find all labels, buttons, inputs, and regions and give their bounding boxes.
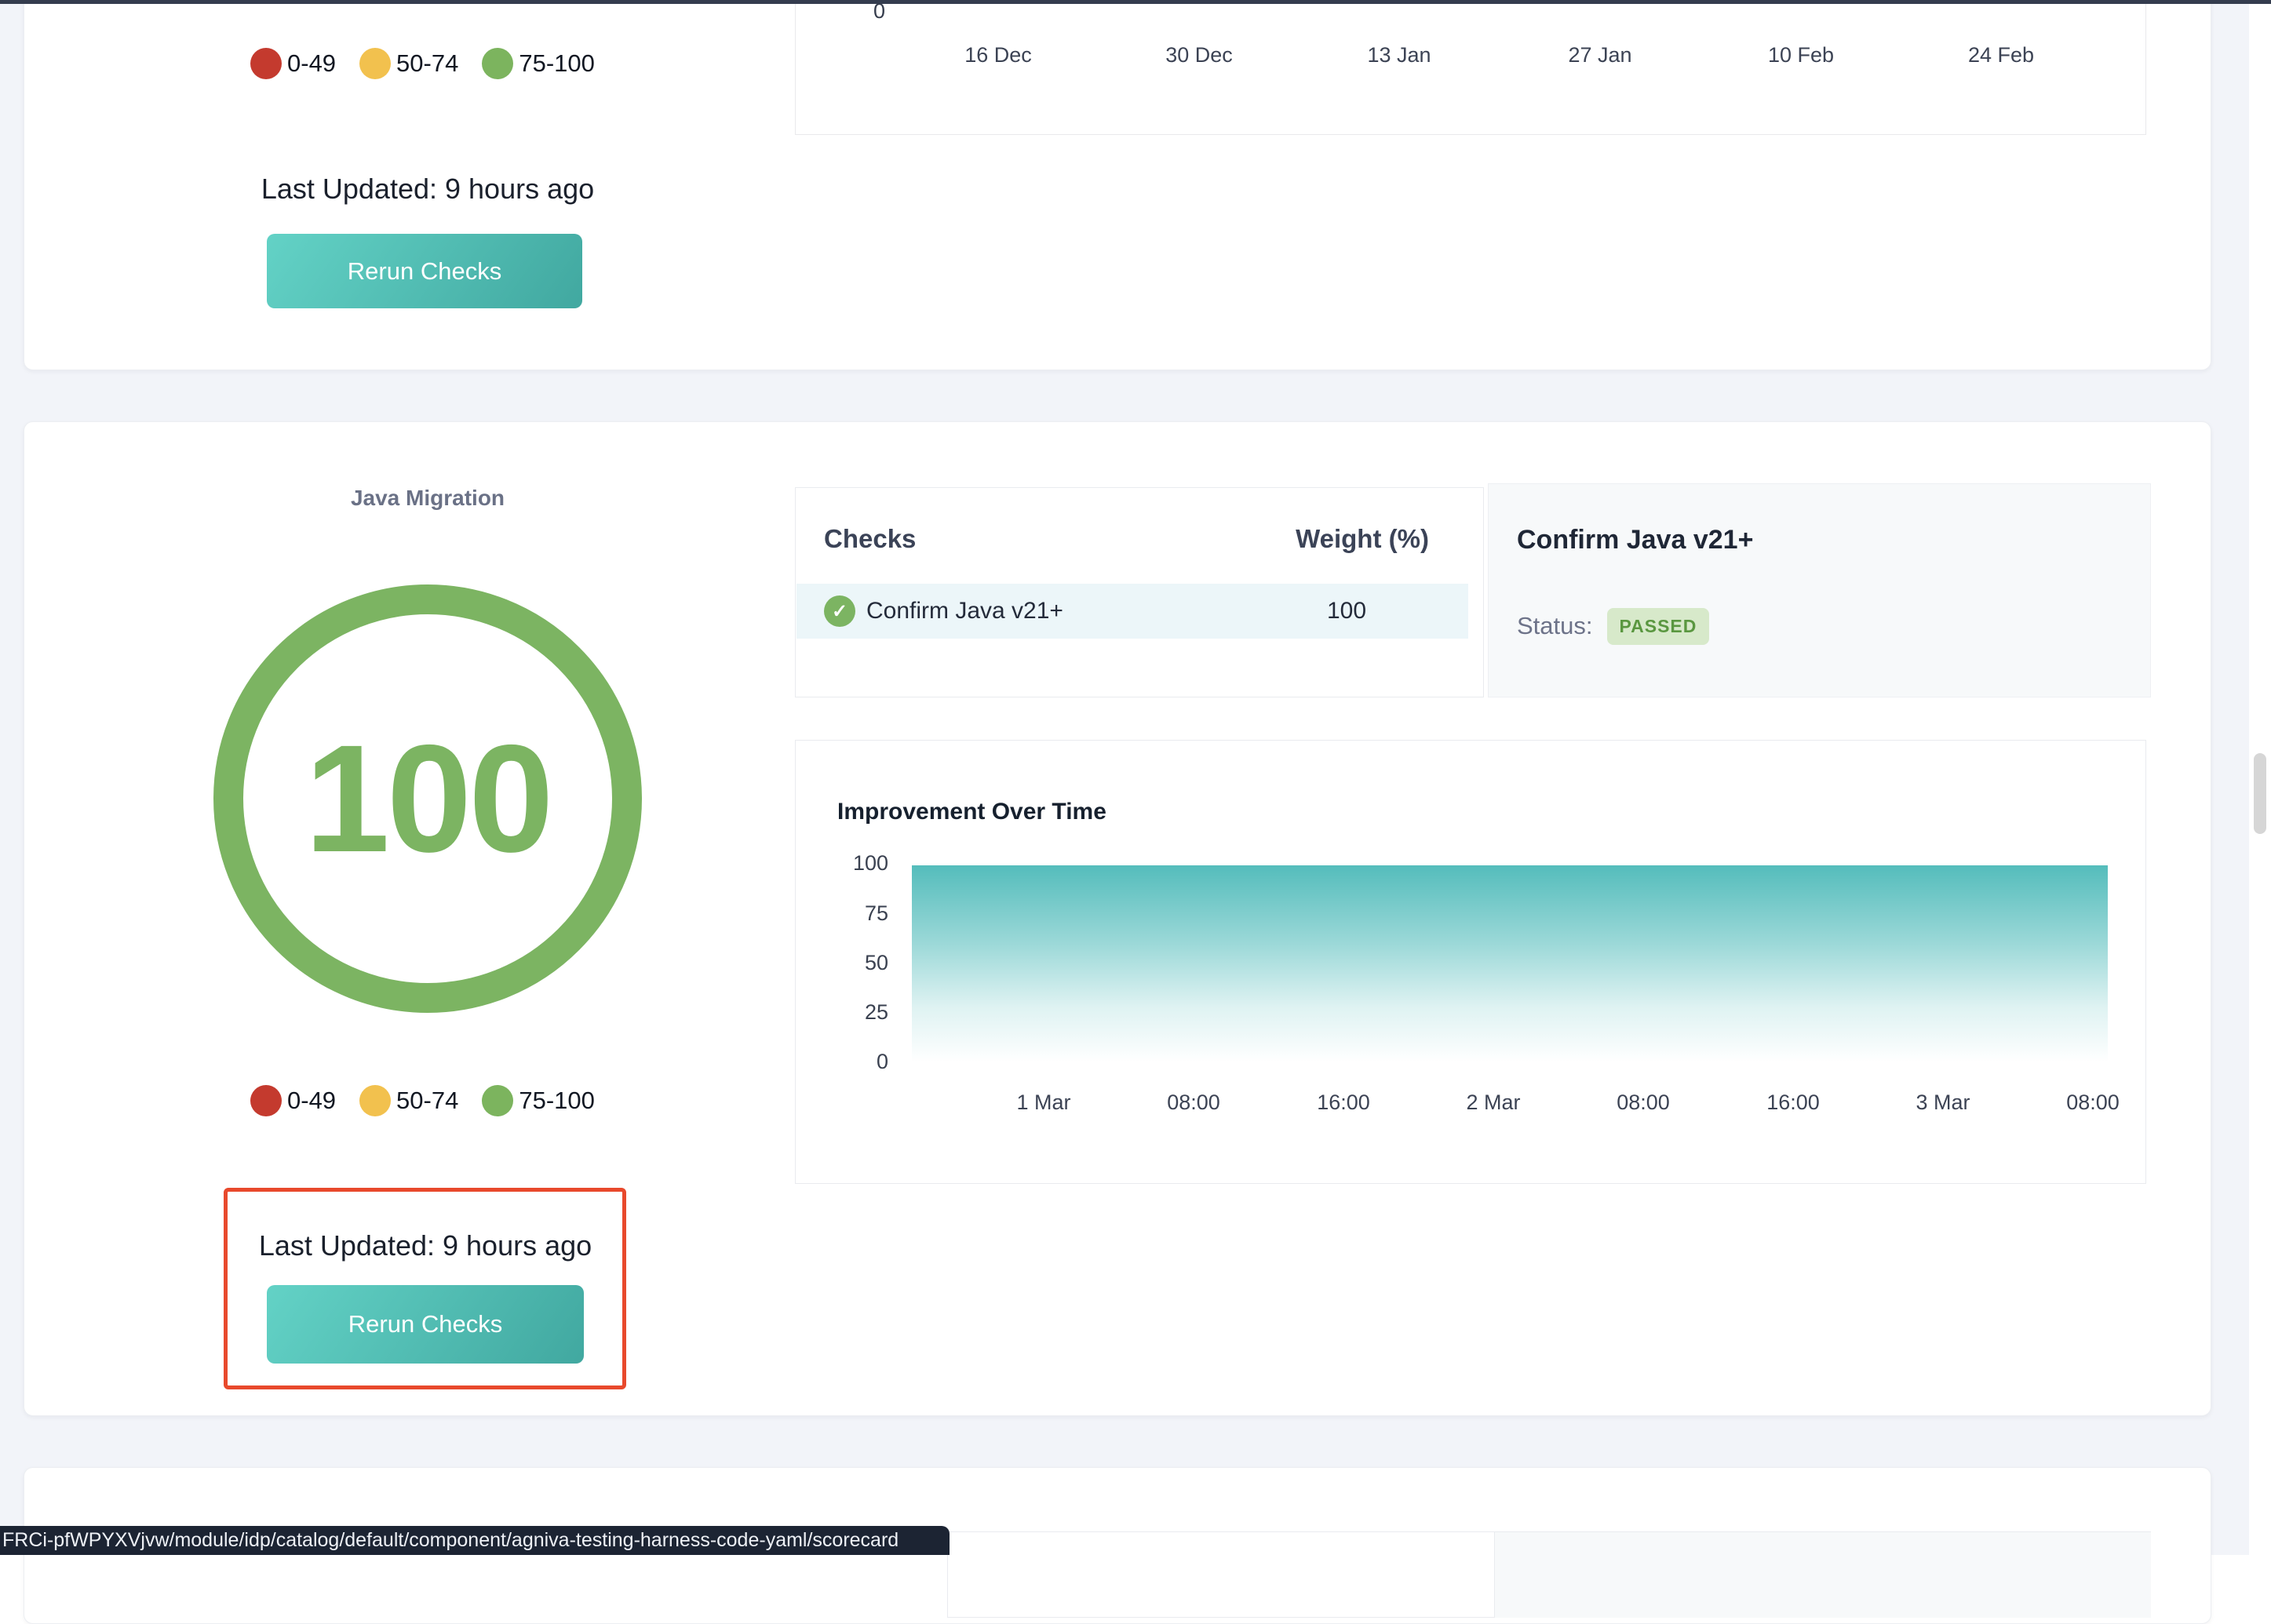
red-dot-icon [250, 48, 282, 79]
legend-label: 50-74 [396, 49, 458, 78]
trend-x-tick: 10 Feb [1738, 43, 1864, 67]
green-dot-icon [482, 1085, 513, 1116]
check-detail-title: Confirm Java v21+ [1517, 525, 1753, 555]
x-axis-tick: 08:00 [1588, 1091, 1698, 1115]
status-label: Status: [1517, 612, 1593, 640]
table-row-confirm-java[interactable]: ✓ Confirm Java v21+ 100 [796, 584, 1468, 639]
check-weight: 100 [1252, 598, 1441, 624]
yellow-dot-icon [359, 48, 391, 79]
check-name: Confirm Java v21+ [866, 598, 1252, 624]
x-axis-tick: 2 Mar [1438, 1091, 1548, 1115]
score-legend: 0-49 50-74 75-100 [250, 47, 605, 80]
legend-label: 75-100 [519, 1087, 595, 1115]
rerun-checks-button[interactable]: Rerun Checks [267, 1285, 584, 1364]
legend-item-low: 0-49 [250, 48, 336, 79]
score-value: 100 [304, 711, 550, 887]
rerun-checks-button[interactable]: Rerun Checks [267, 234, 582, 308]
legend-label: 0-49 [287, 49, 336, 78]
green-dot-icon [482, 48, 513, 79]
yellow-dot-icon [359, 1085, 391, 1116]
link-preview-url: FRCi-pfWPYXVjvw/module/idp/catalog/defau… [0, 1529, 899, 1552]
status-badge: PASSED [1607, 608, 1710, 645]
scorecard-title: Java Migration [247, 486, 608, 511]
red-dot-icon [250, 1085, 282, 1116]
legend-label: 50-74 [396, 1087, 458, 1115]
last-updated-text: Last Updated: 9 hours ago [206, 1229, 645, 1262]
x-axis-tick: 08:00 [2038, 1091, 2148, 1115]
x-axis-tick: 08:00 [1139, 1091, 1249, 1115]
highlight-annotation-box: Last Updated: 9 hours ago Rerun Checks [224, 1188, 626, 1389]
x-axis-tick: 3 Mar [1888, 1091, 1998, 1115]
x-axis-tick: 1 Mar [989, 1091, 1099, 1115]
score-ring: 100 [213, 584, 642, 1013]
legend-item-medium: 50-74 [359, 48, 458, 79]
top-dark-strip [0, 0, 2271, 4]
legend-label: 0-49 [287, 1087, 336, 1115]
scorecard-card-java-migration: Java Migration 100 0-49 50-74 75-100 Las… [24, 421, 2211, 1416]
checks-table-header: Checks Weight (%) [824, 524, 1456, 554]
next-checks-table-partial [947, 1531, 1495, 1618]
legend-item-medium: 50-74 [359, 1085, 458, 1116]
y-axis-tick: 100 [811, 851, 888, 876]
legend-item-high: 75-100 [482, 1085, 595, 1116]
x-axis-tick: 16:00 [1738, 1091, 1848, 1115]
column-header-checks: Checks [824, 524, 1268, 554]
score-legend: 0-49 50-74 75-100 [250, 1084, 605, 1117]
area-series-score [912, 865, 2108, 1062]
link-preview-status-bar: FRCi-pfWPYXVjvw/module/idp/catalog/defau… [0, 1526, 950, 1555]
improvement-chart: Improvement Over Time 100 75 50 25 0 1 M… [795, 740, 2146, 1184]
vertical-scrollbar-thumb[interactable] [2254, 753, 2266, 834]
y-axis-tick: 75 [811, 901, 888, 927]
trend-x-tick: 24 Feb [1938, 43, 2064, 67]
trend-x-tick: 30 Dec [1136, 43, 1262, 67]
check-status-row: Status: PASSED [1517, 606, 1709, 646]
x-axis-tick: 16:00 [1289, 1091, 1398, 1115]
checks-table: Checks Weight (%) ✓ Confirm Java v21+ 10… [795, 487, 1484, 697]
y-axis-tick: 50 [811, 951, 888, 976]
y-axis-tick: 0 [811, 1050, 888, 1075]
legend-item-low: 0-49 [250, 1085, 336, 1116]
legend-label: 75-100 [519, 49, 595, 78]
next-detail-panel-partial [1495, 1531, 2151, 1618]
legend-item-high: 75-100 [482, 48, 595, 79]
scorecard-card-truncated-top: 0-49 50-74 75-100 Last Updated: 9 hours … [24, 0, 2211, 370]
check-passed-icon: ✓ [824, 595, 855, 627]
column-header-weight: Weight (%) [1268, 524, 1456, 554]
trend-chart: 0 16 Dec 30 Dec 13 Jan 27 Jan 10 Feb 24 … [795, 0, 2146, 135]
trend-x-tick: 13 Jan [1336, 43, 1462, 67]
trend-x-tick: 16 Dec [935, 43, 1061, 67]
trend-x-tick: 27 Jan [1537, 43, 1663, 67]
y-axis-tick: 25 [811, 1000, 888, 1025]
check-detail-panel: Confirm Java v21+ Status: PASSED [1488, 483, 2151, 697]
chart-title: Improvement Over Time [837, 799, 1106, 825]
last-updated-text: Last Updated: 9 hours ago [208, 173, 647, 206]
